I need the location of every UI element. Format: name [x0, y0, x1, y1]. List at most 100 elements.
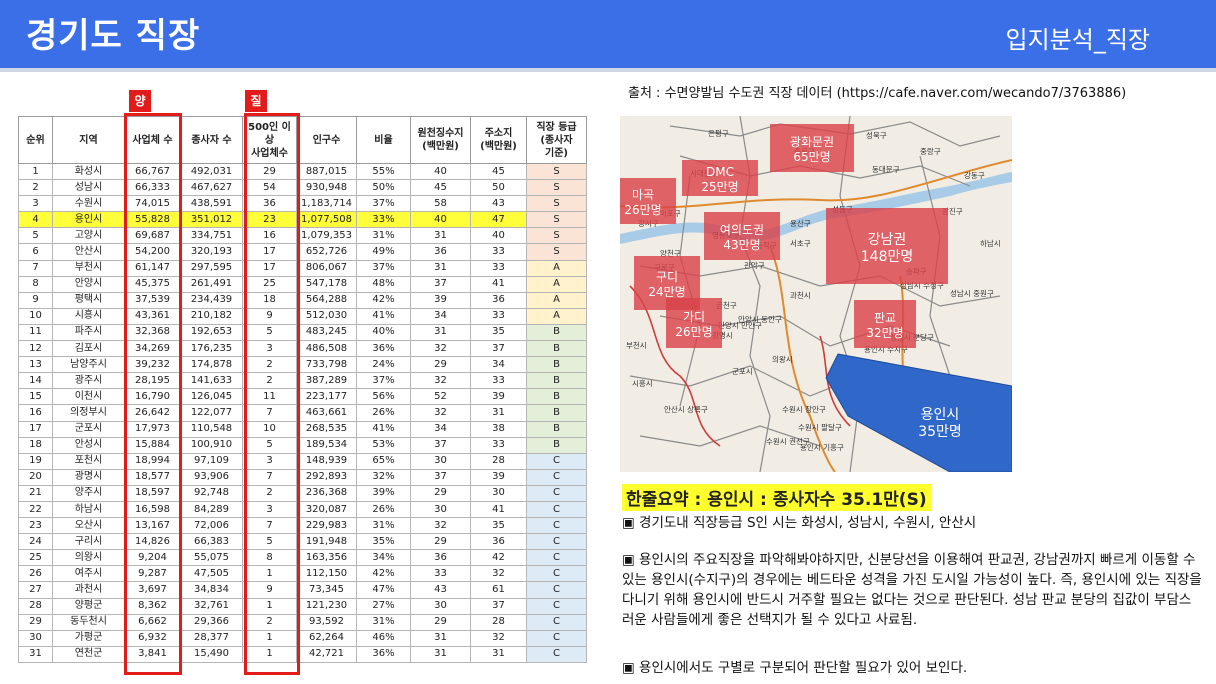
table-cell: 18: [18, 436, 53, 454]
table-cell: 33: [470, 259, 527, 277]
place-name: 은평구: [708, 128, 729, 138]
cluster-value: 32만명: [866, 326, 903, 340]
place-name: 성남시 중원구: [950, 289, 994, 298]
table-cell: 55,075: [180, 549, 243, 567]
table-cell: 성남시: [52, 179, 125, 197]
table-cell: 32: [470, 629, 527, 647]
job-cluster-pangyo: 판교32만명: [854, 300, 916, 348]
table-cell: 31: [410, 259, 471, 277]
table-cell: 30: [18, 629, 53, 647]
table-cell: C: [526, 533, 587, 551]
table-cell: 61,147: [124, 259, 181, 277]
table-cell: 28: [470, 613, 527, 631]
place-name: 부천시: [626, 340, 647, 350]
table-cell: 56%: [356, 388, 411, 406]
table-cell: 6,662: [124, 613, 181, 631]
table-cell: 28: [18, 597, 53, 615]
table-cell: 32: [410, 340, 471, 358]
table-cell: 74,015: [124, 195, 181, 213]
table-cell: 7: [242, 404, 297, 422]
table-cell: 8,362: [124, 597, 181, 615]
place-name: 동대문구: [872, 165, 900, 174]
place-name: 하남시: [980, 238, 1001, 248]
table-row: 17 군포시 17,973 110,548 10 268,535 41% 34 38 B: [18, 420, 587, 438]
table-cell: 37,539: [124, 291, 181, 309]
table-cell: C: [526, 549, 587, 567]
table-row: 12 김포시 34,269 176,235 3 486,508 36% 32 37 B: [18, 340, 587, 358]
job-cluster-gangnam: 강남권148만명: [826, 208, 948, 284]
table-cell: 안성시: [52, 436, 125, 454]
table-cell: S: [526, 243, 587, 261]
table-cell: 37: [410, 436, 471, 454]
table-cell: 483,245: [296, 323, 357, 342]
table-cell: 13: [18, 356, 53, 374]
table-cell: 41%: [356, 307, 411, 325]
table-cell: 안산시: [52, 243, 125, 261]
table-cell: 의왕시: [52, 549, 125, 567]
table-cell: 안양시: [52, 275, 125, 293]
table-cell: 37%: [356, 195, 411, 213]
table-cell: 19: [18, 452, 53, 470]
table-row: 11 파주시 32,368 192,653 5 483,245 40% 31 35 B: [18, 323, 587, 342]
table-cell: 61: [470, 581, 527, 599]
table-cell: 122,077: [180, 404, 243, 422]
table-cell: 파주시: [52, 323, 125, 342]
table-cell: 36: [470, 291, 527, 309]
table-cell: 176,235: [180, 340, 243, 358]
page-header: 경기도 직장 입지분석_직장: [0, 0, 1216, 72]
table-cell: 36: [410, 549, 471, 567]
table-cell: 1: [242, 645, 297, 663]
table-cell: 16: [18, 404, 53, 422]
table-cell: 33: [470, 372, 527, 390]
table-cell: 50%: [356, 179, 411, 197]
cluster-name: 구디: [656, 270, 678, 284]
table-cell: 84,289: [180, 500, 243, 519]
table-cell: 37: [410, 275, 471, 293]
table-cell: 58: [410, 195, 471, 213]
table-cell: 223,177: [296, 388, 357, 406]
workplace-ranking-table: 순위 지역 사업체 수 종사자 수 500인 이상 사업체수 인구수 비율 원천징수지 (백만…: [18, 116, 587, 663]
table-cell: 8: [18, 275, 53, 293]
table-cell: 189,534: [296, 436, 357, 454]
table-cell: 547,178: [296, 275, 357, 293]
table-row: 22 하남시 16,598 84,289 3 320,087 26% 30 41 C: [18, 500, 587, 519]
table-cell: 34: [410, 307, 471, 325]
table-cell: C: [526, 581, 587, 599]
table-cell: 35: [470, 517, 527, 535]
table-cell: 652,726: [296, 243, 357, 261]
table-cell: 34,269: [124, 340, 181, 358]
table-cell: 210,182: [180, 307, 243, 325]
table-cell: 20: [18, 468, 53, 486]
table-cell: 18,597: [124, 484, 181, 502]
table-cell: 김포시: [52, 340, 125, 358]
table-cell: 31%: [356, 227, 411, 245]
table-cell: 236,368: [296, 484, 357, 502]
table-cell: 55,828: [124, 211, 181, 229]
table-cell: 23: [18, 517, 53, 535]
table-cell: 6,932: [124, 629, 181, 647]
table-cell: 31: [410, 227, 471, 245]
table-cell: 5: [242, 533, 297, 551]
table-cell: 11: [242, 388, 297, 406]
summary-line: 한줄요약 : 용인시 : 종사자수 35.1만(S): [622, 484, 931, 511]
map-svg: 은평구종로구성북구중랑구동대문구광진구강동구서대문구마포구용산구성동구서초구송파…: [620, 116, 1012, 472]
table-cell: 52: [410, 388, 471, 406]
table-cell: B: [526, 436, 587, 454]
table-cell: 40: [410, 211, 471, 229]
table-cell: 43,361: [124, 307, 181, 325]
table-cell: 39%: [356, 484, 411, 502]
table-cell: 121,230: [296, 597, 357, 615]
table-cell: 27%: [356, 597, 411, 615]
table-cell: 화성시: [52, 162, 125, 181]
table-cell: 32,761: [180, 597, 243, 615]
seoul-job-map: 은평구종로구성북구중랑구동대문구광진구강동구서대문구마포구용산구성동구서초구송파…: [620, 116, 1012, 472]
table-cell: 여주시: [52, 565, 125, 583]
cluster-value: 148만명: [861, 249, 913, 265]
table-cell: 2: [242, 484, 297, 502]
table-cell: B: [526, 420, 587, 438]
table-cell: 42: [470, 549, 527, 567]
table-cell: 31%: [356, 517, 411, 535]
cluster-name: 판교: [874, 311, 896, 325]
table-cell: 3: [242, 452, 297, 470]
table-cell: 17: [242, 243, 297, 261]
